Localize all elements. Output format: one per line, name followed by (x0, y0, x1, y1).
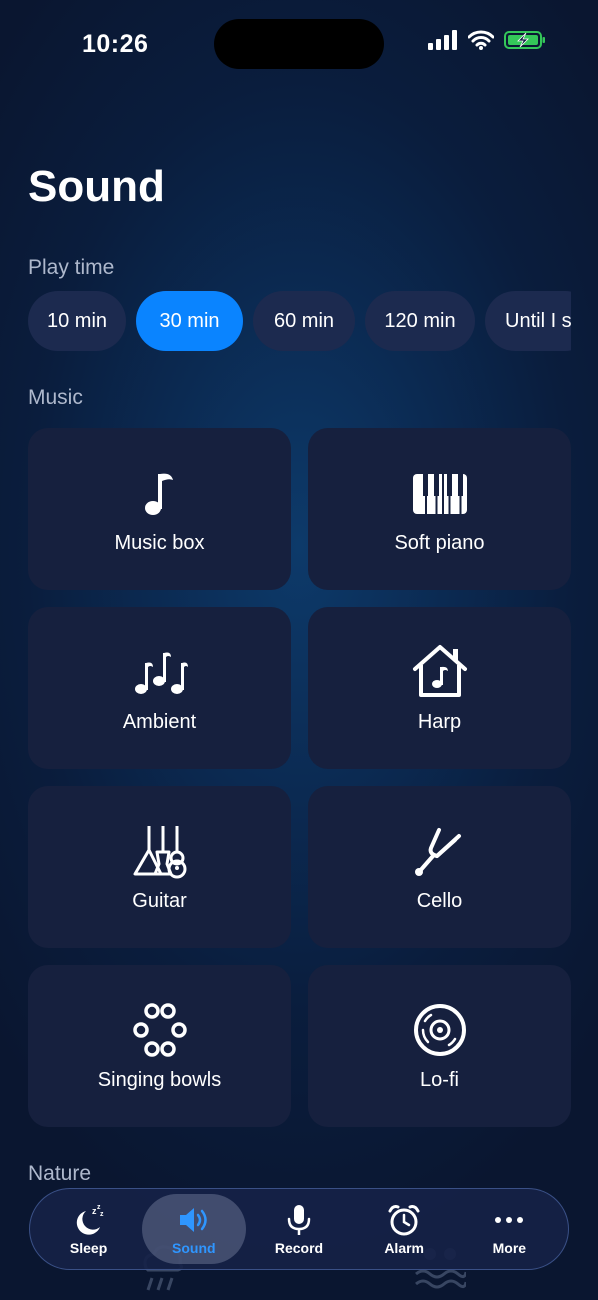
music-tile-harp[interactable]: Harp (308, 607, 571, 769)
tab-label: Record (274, 1239, 324, 1256)
piano-keys-icon (412, 473, 467, 514)
cellular-signal-icon (428, 30, 457, 50)
tab-label: Alarm (384, 1239, 424, 1256)
tile-label: Cello (416, 889, 463, 912)
music-tile-ambient[interactable]: Ambient (28, 607, 291, 769)
play-time-chips: 10 min 30 min 60 min 120 min Until I s (28, 291, 571, 351)
tab-label: More (492, 1239, 527, 1256)
music-label: Music (28, 386, 83, 409)
chip-until-i-stop[interactable]: Until I s (485, 291, 571, 351)
music-tile-guitar[interactable]: Guitar (28, 786, 291, 948)
chip-120-min[interactable]: 120 min (365, 291, 475, 351)
svg-text:z: z (97, 1204, 101, 1211)
page-title: Sound (28, 162, 165, 211)
tile-label: Soft piano (394, 531, 485, 554)
tab-label: Sound (172, 1239, 216, 1256)
wifi-icon (468, 30, 494, 50)
tab-record[interactable]: Record (247, 1194, 351, 1264)
tab-bar: z z z Sleep Sound Record Alarm More (29, 1188, 569, 1270)
music-tile-cello[interactable]: Cello (308, 786, 571, 948)
microphone-icon (287, 1204, 311, 1235)
tile-label: Harp (417, 710, 462, 733)
vinyl-disc-icon (413, 1003, 466, 1056)
ellipsis-icon (495, 1216, 524, 1223)
tile-label: Singing bowls (97, 1068, 222, 1091)
status-time: 10:26 (82, 30, 149, 58)
music-grid: Music box Soft piano Ambient Harp Guitar… (28, 428, 571, 1127)
music-tile-music-box[interactable]: Music box (28, 428, 291, 590)
music-tile-lo-fi[interactable]: Lo-fi (308, 965, 571, 1127)
tuning-fork-icon (414, 827, 461, 876)
play-time-label: Play time (28, 256, 115, 279)
nature-label: Nature (28, 1162, 92, 1185)
tile-label: Ambient (122, 710, 197, 733)
music-note-icon (144, 473, 173, 515)
music-tile-singing-bowls[interactable]: Singing bowls (28, 965, 291, 1127)
speaker-icon (179, 1207, 207, 1232)
chip-10-min[interactable]: 10 min (28, 291, 126, 351)
music-house-icon (412, 644, 467, 697)
tab-sound[interactable]: Sound (141, 1194, 246, 1264)
dynamic-island (214, 19, 384, 69)
alarm-clock-icon (388, 1204, 420, 1235)
battery-charging-icon (504, 31, 545, 49)
guitars-icon (133, 825, 186, 878)
music-notes-icon (134, 652, 188, 694)
bowls-icon (132, 1002, 187, 1057)
tab-label: Sleep (69, 1239, 108, 1256)
chip-30-min[interactable]: 30 min (136, 291, 243, 351)
tab-more[interactable]: More (457, 1194, 561, 1264)
music-tile-soft-piano[interactable]: Soft piano (308, 428, 571, 590)
tile-label: Guitar (132, 889, 187, 912)
status-bar: 10:26 (0, 0, 598, 90)
status-icons (428, 30, 546, 50)
tile-label: Lo-fi (420, 1068, 459, 1091)
tab-sleep[interactable]: z z z Sleep (37, 1194, 141, 1264)
tab-alarm[interactable]: Alarm (352, 1194, 456, 1264)
chip-60-min[interactable]: 60 min (253, 291, 355, 351)
moon-zzz-icon: z z z (76, 1204, 104, 1235)
svg-text:z: z (100, 1211, 104, 1218)
tile-label: Music box (114, 531, 205, 554)
